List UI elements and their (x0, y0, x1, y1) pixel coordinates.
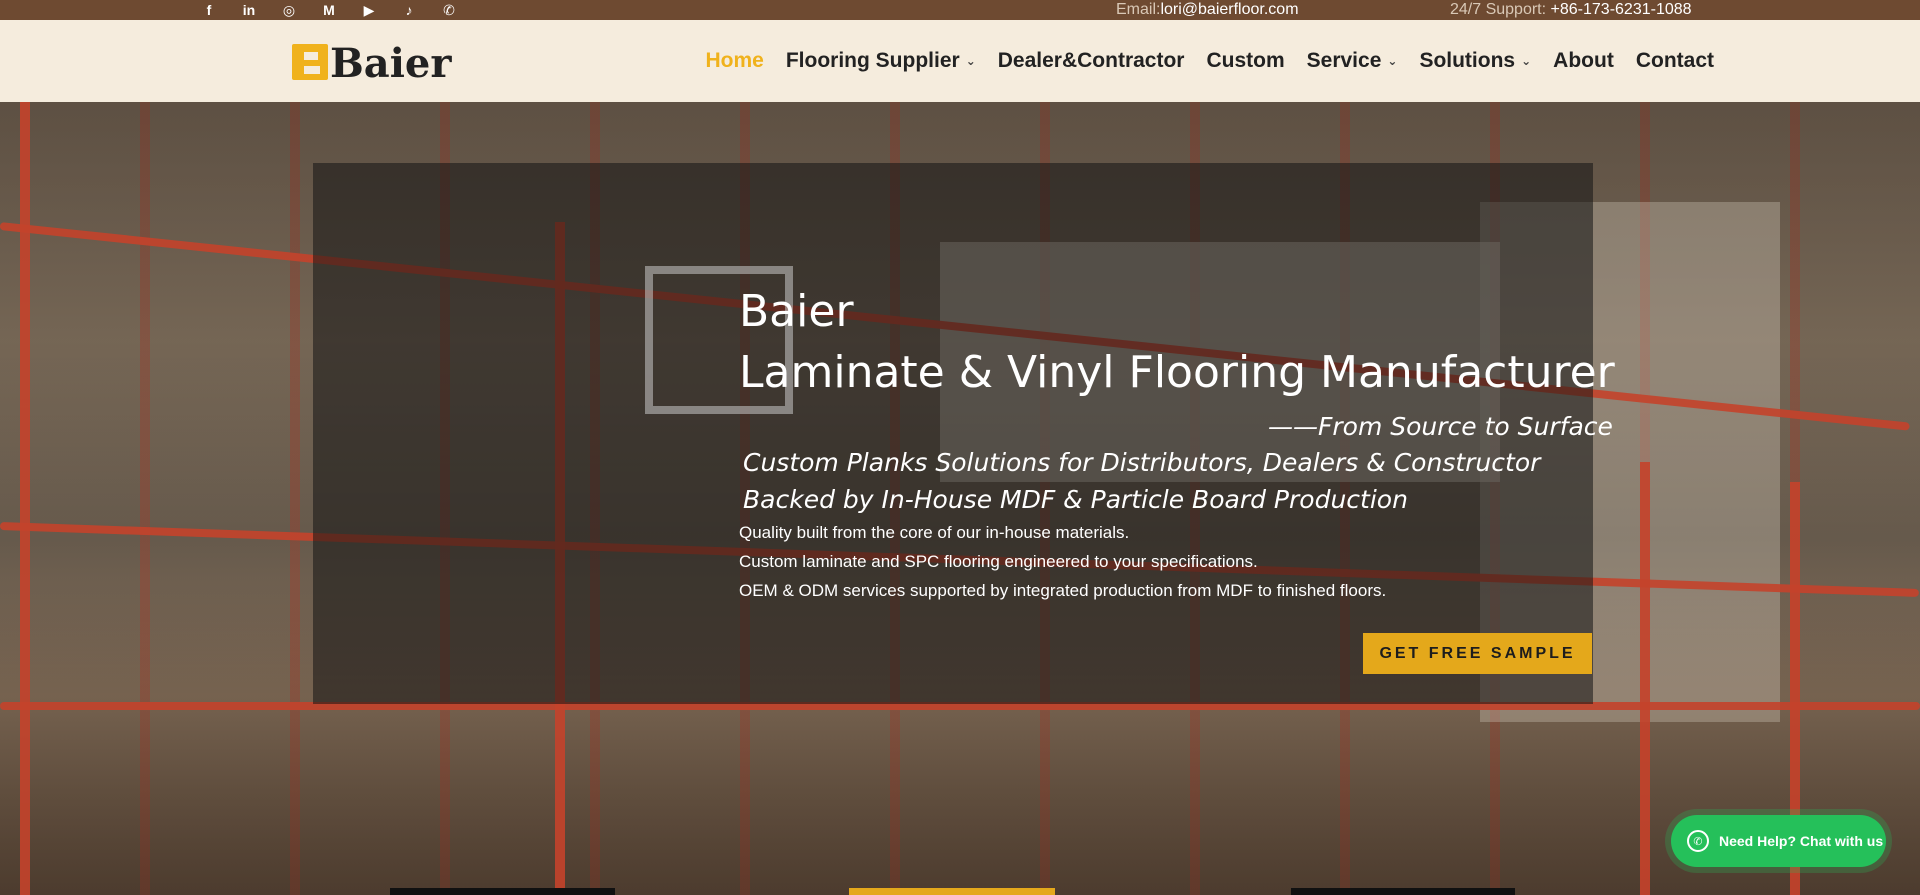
slider-tab-active[interactable] (849, 888, 1055, 895)
nav-home[interactable]: Home (706, 49, 764, 73)
top-bar: f in ◎ M ▶ ♪ ✆ Email:lori@baierfloor.com… (0, 0, 1920, 20)
whatsapp-icon: ✆ (1687, 830, 1709, 852)
chat-label: Need Help? Chat with us (1719, 833, 1884, 849)
tiktok-icon[interactable]: ♪ (398, 0, 420, 20)
chevron-down-icon: ⌄ (1387, 54, 1398, 68)
main-nav: Home Flooring Supplier ⌄ Dealer&Contracto… (706, 20, 1715, 102)
hero-description-line-3: OEM & ODM services supported by integrat… (739, 581, 1387, 600)
hero-tagline: ——From Source to Surface (1268, 412, 1613, 441)
nav-solutions[interactable]: Solutions ⌄ (1419, 49, 1531, 73)
nav-flooring-supplier-label: Flooring Supplier (785, 49, 960, 72)
medium-icon[interactable]: M (318, 0, 340, 20)
nav-service[interactable]: Service ⌄ (1307, 49, 1398, 73)
whatsapp-icon[interactable]: ✆ (438, 0, 460, 20)
youtube-icon[interactable]: ▶ (358, 0, 380, 20)
support-phone[interactable]: +86-173-6231-1088 (1551, 1, 1692, 18)
support-contact[interactable]: 24/7 Support: +86-173-6231-1088 (1450, 1, 1692, 19)
nav-custom[interactable]: Custom (1206, 49, 1284, 73)
slider-tab[interactable] (1291, 888, 1515, 895)
nav-service-label: Service (1306, 49, 1382, 72)
instagram-icon[interactable]: ◎ (278, 0, 300, 20)
hero-description-line-2: Custom laminate and SPC flooring enginee… (739, 552, 1258, 571)
whatsapp-chat-button[interactable]: ✆ Need Help? Chat with us (1671, 815, 1886, 867)
slider-tab[interactable] (390, 888, 615, 895)
nav-about-label: About (1553, 49, 1614, 72)
chevron-down-icon: ⌄ (1521, 54, 1532, 68)
nav-flooring-supplier[interactable]: Flooring Supplier ⌄ (786, 49, 976, 73)
linkedin-icon[interactable]: in (238, 0, 260, 20)
railing-post-shape (1640, 462, 1650, 895)
hero-title: Laminate & Vinyl Flooring Manufacturer (739, 347, 1615, 398)
nav-home-label: Home (705, 49, 764, 72)
hero-brand: Baier (739, 286, 854, 337)
nav-about[interactable]: About (1553, 49, 1614, 73)
nav-contact[interactable]: Contact (1636, 49, 1714, 73)
email-label: Email: (1116, 1, 1161, 18)
logo-text: Baier (330, 42, 452, 82)
support-label: 24/7 Support: (1450, 1, 1547, 18)
baier-logo[interactable]: Baier (290, 42, 470, 82)
nav-contact-label: Contact (1635, 49, 1714, 72)
site-header: Baier Home Flooring Supplier ⌄ Dealer&Con… (0, 20, 1920, 102)
nav-custom-label: Custom (1206, 49, 1285, 72)
facebook-icon[interactable]: f (198, 0, 220, 20)
hero-subtitle-2: Backed by In-House MDF & Particle Board … (743, 485, 1408, 514)
hero-subtitle-1: Custom Planks Solutions for Distributors… (743, 448, 1541, 477)
hero-description-line-1: Quality built from the core of our in-ho… (739, 523, 1130, 542)
chevron-down-icon: ⌄ (965, 54, 976, 68)
railing-post-shape (20, 102, 30, 895)
nav-dealer-contractor[interactable]: Dealer&Contractor (998, 49, 1185, 73)
email-value[interactable]: lori@baierfloor.com (1160, 1, 1298, 18)
hero-section: Baier Laminate & Vinyl Flooring Manufact… (0, 102, 1920, 895)
social-links: f in ◎ M ▶ ♪ ✆ (198, 0, 460, 20)
get-free-sample-button[interactable]: GET FREE SAMPLE (1363, 633, 1592, 674)
nav-dealer-contractor-label: Dealer&Contractor (997, 49, 1185, 72)
email-contact[interactable]: Email:lori@baierfloor.com (1116, 1, 1299, 19)
nav-solutions-label: Solutions (1419, 49, 1516, 72)
